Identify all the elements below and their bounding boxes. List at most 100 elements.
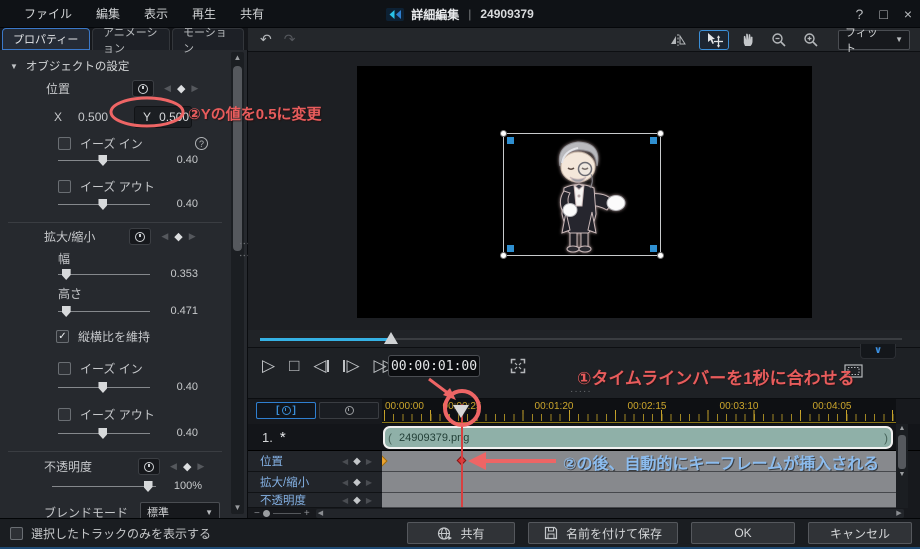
timecode-display[interactable]: 00:00:01:00 <box>388 355 480 377</box>
next-frame-button[interactable]: ▷ <box>343 356 360 376</box>
zoom-out-icon[interactable] <box>766 30 792 50</box>
opacity-slider[interactable] <box>52 480 156 492</box>
position-ease-in-checkbox[interactable] <box>58 137 71 150</box>
scrollbar-thumb[interactable] <box>898 435 906 469</box>
help-button[interactable]: ? <box>856 6 864 22</box>
blend-mode-dropdown[interactable]: 標準 ▼ <box>140 502 221 518</box>
flip-icon[interactable] <box>663 30 693 50</box>
scroll-down-icon[interactable]: ▼ <box>896 470 908 480</box>
keyframe-start[interactable] <box>382 455 388 467</box>
next-keyframe-icon[interactable]: ▶ <box>366 478 372 487</box>
menu-file[interactable]: ファイル <box>24 5 72 22</box>
playhead-line[interactable] <box>461 404 463 507</box>
x-value[interactable]: 0.500 <box>78 110 108 124</box>
resize-handle-nw[interactable] <box>500 130 507 137</box>
scale-ease-out-checkbox[interactable] <box>58 408 71 421</box>
undo-icon[interactable]: ↶ <box>260 31 272 48</box>
timeline-hscrollbar[interactable]: ◀ ▶ <box>315 509 904 518</box>
scrollbar-thumb[interactable] <box>233 66 242 251</box>
keyframe-mode-button[interactable]: [ ] <box>256 402 316 419</box>
menu-edit[interactable]: 編集 <box>96 5 120 22</box>
add-keyframe-icon[interactable]: ◆ <box>353 456 361 467</box>
playhead-marker[interactable] <box>453 405 469 418</box>
kf-opacity-track[interactable] <box>382 493 896 508</box>
close-button[interactable]: × <box>904 6 912 22</box>
show-selected-tracks-option[interactable]: 選択したトラックのみを表示する <box>10 525 211 542</box>
position-ease-out-checkbox[interactable] <box>58 180 71 193</box>
menu-share[interactable]: 共有 <box>240 5 264 22</box>
corner-handle-sw[interactable] <box>507 245 514 252</box>
kf-position-track[interactable] <box>382 451 896 472</box>
tab-properties[interactable]: プロパティー <box>2 28 90 50</box>
scroll-left-icon[interactable]: ◀ <box>318 509 323 518</box>
next-keyframe-icon[interactable]: ▶ <box>366 496 372 505</box>
next-keyframe-icon[interactable]: ▶ <box>189 231 196 242</box>
show-selected-tracks-checkbox[interactable] <box>10 526 23 540</box>
stop-button[interactable]: □ <box>289 356 299 376</box>
opacity-keyframe-toggle[interactable] <box>138 458 161 475</box>
previous-frame-button[interactable]: ◁ <box>313 356 330 376</box>
resize-handle-se[interactable] <box>657 252 664 259</box>
tab-motion[interactable]: モーション <box>172 27 244 55</box>
scale-ease-in-checkbox[interactable] <box>58 362 71 375</box>
y-field[interactable]: Y 0.500 <box>134 106 193 128</box>
prev-keyframe-icon[interactable]: ◀ <box>342 457 348 466</box>
corner-handle-nw[interactable] <box>507 137 514 144</box>
trim-right-handle[interactable]: ) <box>881 431 891 445</box>
add-keyframe-icon[interactable]: ◆ <box>183 460 191 473</box>
scale-keyframe-toggle[interactable] <box>129 228 152 245</box>
add-keyframe-icon[interactable]: ◆ <box>353 495 361 506</box>
scale-ease-out-slider[interactable] <box>58 427 150 439</box>
play-button[interactable]: ▷ <box>262 356 275 376</box>
prev-keyframe-icon[interactable]: ◀ <box>342 478 348 487</box>
maximize-button[interactable]: □ <box>879 6 887 22</box>
object-settings-header[interactable]: ▼ オブジェクトの設定 <box>10 58 129 74</box>
position-keyframe-toggle[interactable] <box>132 80 155 97</box>
scroll-up-icon[interactable]: ▲ <box>231 52 244 64</box>
scroll-right-icon[interactable]: ▶ <box>896 509 901 518</box>
selection-box[interactable] <box>500 130 664 259</box>
resize-handle-sw[interactable] <box>500 252 507 259</box>
timeline-clip[interactable]: ( 24909379.png ) <box>383 426 893 449</box>
corner-handle-se[interactable] <box>650 245 657 252</box>
panel-scrollbar[interactable]: ▲ ▼ <box>231 52 244 514</box>
menu-play[interactable]: 再生 <box>192 5 216 22</box>
next-keyframe-icon[interactable]: ▶ <box>197 461 204 472</box>
kf-scale-track[interactable] <box>382 472 896 493</box>
height-slider[interactable] <box>58 305 150 317</box>
fullscreen-icon[interactable] <box>510 358 526 377</box>
save-as-button[interactable]: 名前を付けて保存 <box>528 522 678 544</box>
keep-aspect-checkbox[interactable]: ✓ <box>56 330 69 343</box>
position-ease-out-slider[interactable] <box>58 198 150 210</box>
add-keyframe-icon[interactable]: ◆ <box>174 230 182 243</box>
add-keyframe-icon[interactable]: ◆ <box>177 82 185 95</box>
scale-ease-in-slider[interactable] <box>58 381 150 393</box>
zoom-in-icon[interactable] <box>798 30 824 50</box>
marquee-display-icon[interactable] <box>844 364 863 381</box>
width-slider[interactable] <box>58 268 150 280</box>
prev-keyframe-icon[interactable]: ◀ <box>164 83 171 94</box>
prev-keyframe-icon[interactable]: ◀ <box>170 461 177 472</box>
next-keyframe-icon[interactable]: ▶ <box>366 457 372 466</box>
seek-thumb[interactable] <box>384 332 398 344</box>
seek-bar[interactable] <box>248 330 920 348</box>
collapse-preview-button[interactable]: ∨ <box>860 344 896 359</box>
cancel-button[interactable]: キャンセル <box>808 522 912 544</box>
scroll-down-icon[interactable]: ▼ <box>231 502 244 514</box>
prev-keyframe-icon[interactable]: ◀ <box>342 496 348 505</box>
redo-icon[interactable]: ↷ <box>284 31 296 48</box>
ok-button[interactable]: OK <box>691 522 795 544</box>
add-keyframe-icon[interactable]: ◆ <box>353 477 361 488</box>
share-button[interactable]: 共有 <box>407 522 515 544</box>
zoom-slider-thumb[interactable] <box>262 510 270 517</box>
hand-tool-icon[interactable] <box>735 30 760 50</box>
menu-view[interactable]: 表示 <box>144 5 168 22</box>
position-ease-in-slider[interactable] <box>58 154 150 166</box>
scroll-up-icon[interactable]: ▲ <box>896 424 908 434</box>
splitter-handle[interactable]: ····· <box>570 386 592 397</box>
tab-animation[interactable]: アニメーション <box>92 27 170 55</box>
duration-mode-button[interactable] <box>319 402 379 419</box>
next-keyframe-icon[interactable]: ▶ <box>191 83 198 94</box>
resize-handle-ne[interactable] <box>657 130 664 137</box>
fit-dropdown[interactable]: フィット ▼ <box>838 27 910 55</box>
